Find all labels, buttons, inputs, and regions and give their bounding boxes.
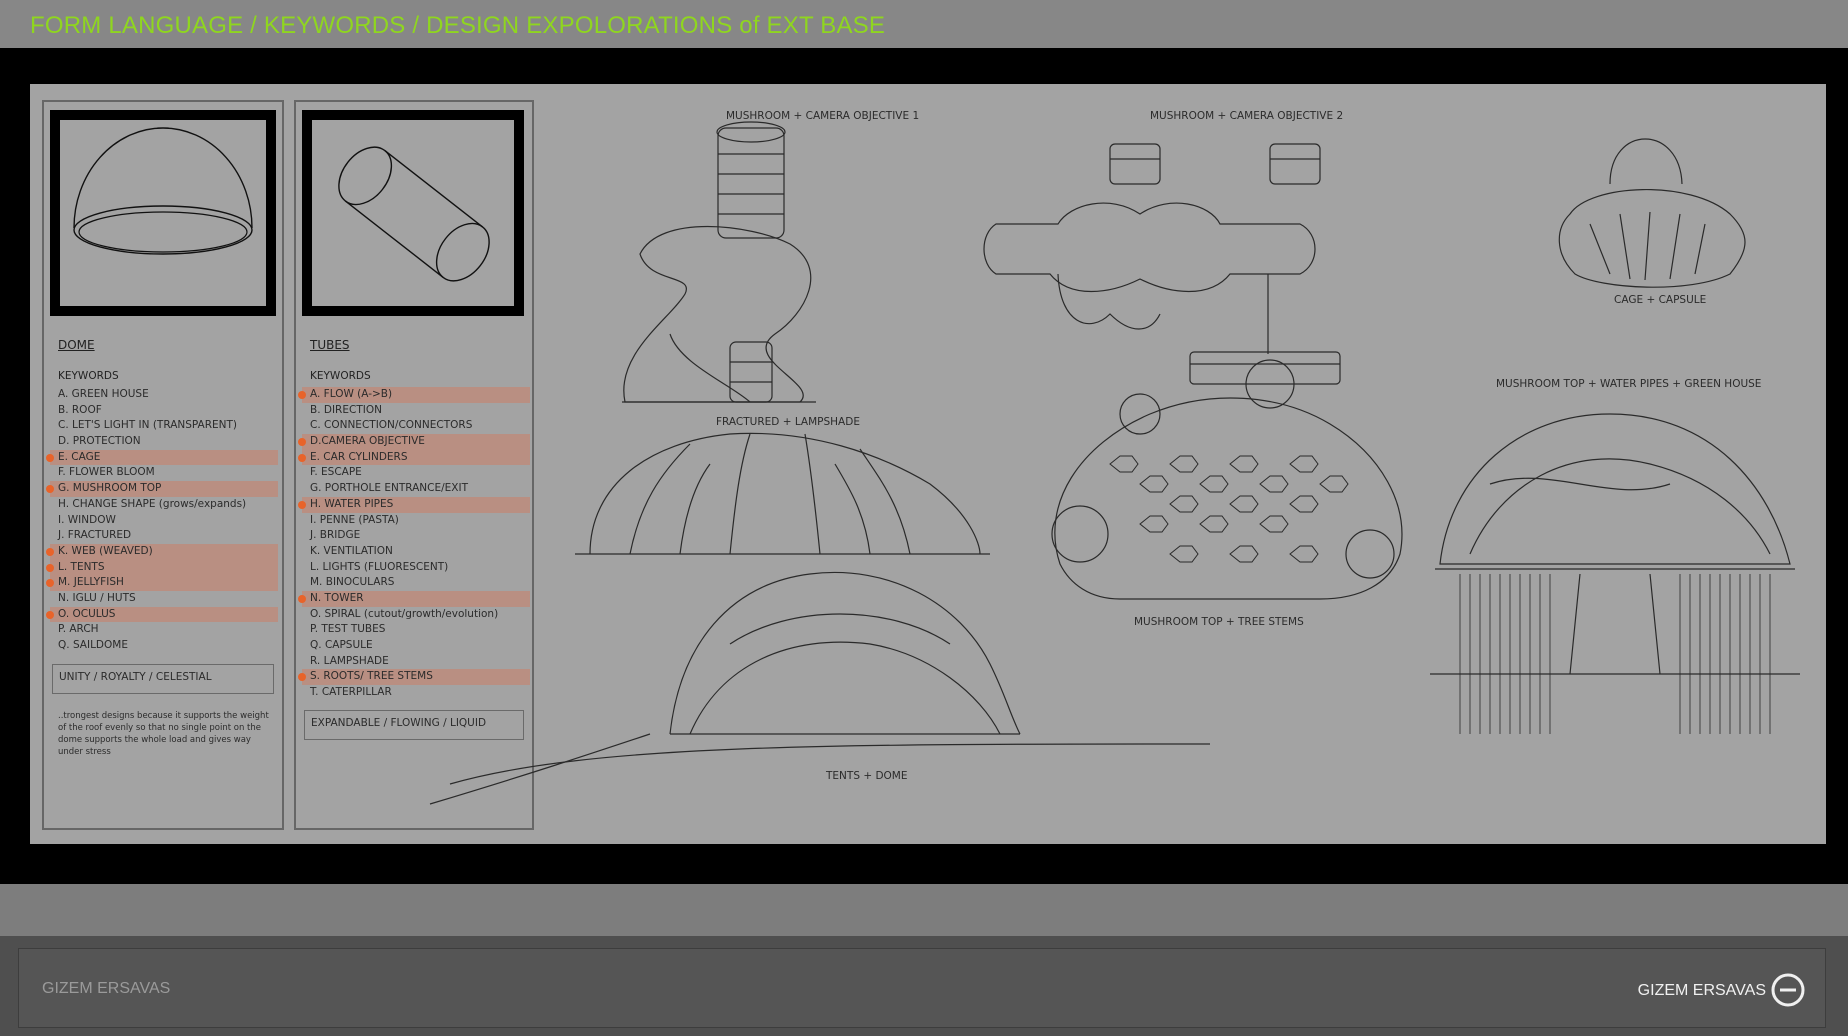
label-mushroom-camera-2: MUSHROOM + CAMERA OBJECTIVE 2 xyxy=(1150,110,1344,122)
footer-inner xyxy=(18,948,1826,1028)
label-mushroom-camera-1: MUSHROOM + CAMERA OBJECTIVE 1 xyxy=(726,110,920,122)
label-cage-capsule: CAGE + CAPSULE xyxy=(1614,294,1707,306)
sketch-cage-capsule xyxy=(1558,138,1746,288)
sketch-mushroom-water-green xyxy=(1430,413,1800,734)
logo-icon xyxy=(1771,973,1805,1007)
label-fractured-lampshade: FRACTURED + LAMPSHADE xyxy=(716,416,860,428)
sketch-mushroom-tree xyxy=(1051,359,1403,600)
label-mushroom-tree: MUSHROOM TOP + TREE STEMS xyxy=(1134,616,1304,628)
title-bar: FORM LANGUAGE / KEYWORDS / DESIGN EXPOLO… xyxy=(0,0,1848,48)
sketch-mushroom-camera-2 xyxy=(983,143,1341,385)
author-name-right: GIZEM ERSAVAS xyxy=(1637,982,1766,999)
author-name-left: GIZEM ERSAVAS xyxy=(42,980,171,997)
sketch-fractured-lampshade xyxy=(575,432,990,555)
footer: GIZEM ERSAVAS GIZEM ERSAVAS xyxy=(0,884,1848,1036)
label-tents-dome: TENTS + DOME xyxy=(826,770,908,782)
sketch-mushroom-camera-1 xyxy=(622,121,816,403)
design-board: DOME KEYWORDS A. GREEN HOUSE B. ROOF C. LE… xyxy=(30,84,1826,844)
label-mushroom-water-green: MUSHROOM TOP + WATER PIPES + GREEN HOUSE xyxy=(1496,378,1762,390)
page-title: FORM LANGUAGE / KEYWORDS / DESIGN EXPOLO… xyxy=(30,12,886,39)
sketch-tents-dome xyxy=(429,571,1211,805)
sketch-drawings xyxy=(429,121,1800,805)
